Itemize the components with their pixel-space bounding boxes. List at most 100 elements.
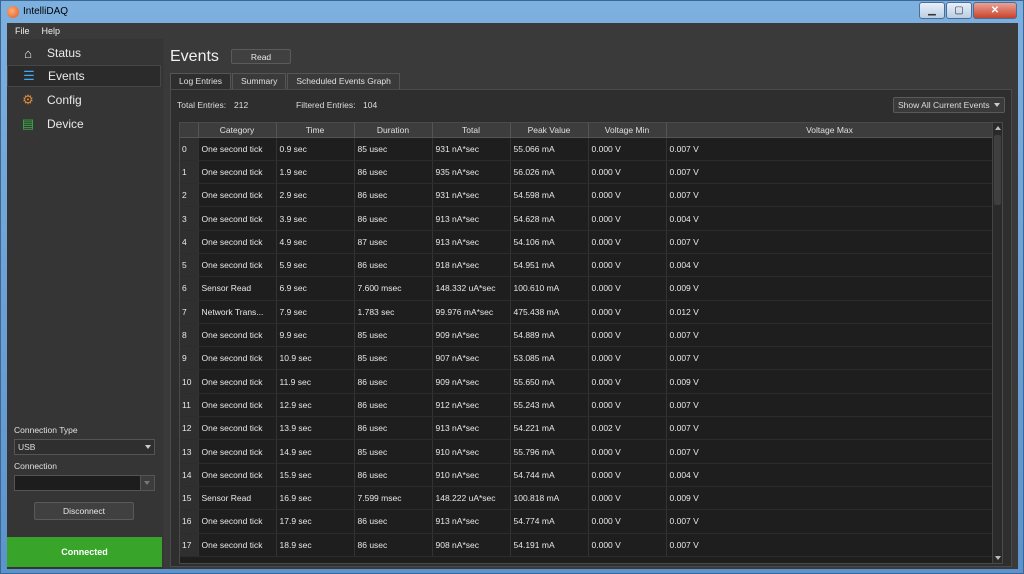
menu-file[interactable]: File <box>11 26 34 36</box>
read-button[interactable]: Read <box>231 49 291 64</box>
category-cell: One second tick <box>198 346 277 371</box>
connection-select[interactable] <box>14 475 155 491</box>
maximize-button[interactable]: ▢ <box>946 2 972 19</box>
tab-scheduled-events-graph[interactable]: Scheduled Events Graph <box>287 73 400 89</box>
peak-value-cell: 54.628 mA <box>510 206 589 231</box>
connection-status-badge: Connected <box>7 537 162 567</box>
connection-type-select[interactable]: USB <box>14 439 155 455</box>
table-row[interactable]: 10 One second tick 11.9 sec 86 usec 909 nA*s… <box>180 369 994 394</box>
row-index: 0 <box>180 137 199 161</box>
table-row[interactable]: 4 One second tick 4.9 sec 87 usec 913 nA*sec… <box>180 230 994 254</box>
row-index: 4 <box>180 230 199 254</box>
sidebar-item-config[interactable]: ⚙ Config <box>7 89 161 111</box>
voltage-min-cell: 0.000 V <box>588 533 667 557</box>
menu-help[interactable]: Help <box>38 26 65 36</box>
column-header-category[interactable]: Category <box>198 123 277 138</box>
column-header-voltage-max[interactable]: Voltage Max <box>666 123 994 138</box>
table-row[interactable]: 14 One second tick 15.9 sec 86 usec 910 nA*s… <box>180 463 994 487</box>
voltage-min-cell: 0.000 V <box>588 206 667 231</box>
duration-cell: 85 usec <box>354 137 433 161</box>
row-index: 14 <box>180 463 199 487</box>
voltage-max-cell: 0.007 V <box>666 533 994 557</box>
vertical-scrollbar[interactable] <box>992 123 1002 563</box>
total-cell: 912 nA*sec <box>432 393 511 418</box>
column-header-duration[interactable]: Duration <box>354 123 433 138</box>
time-cell: 13.9 sec <box>276 416 355 441</box>
table-corner[interactable] <box>180 123 199 138</box>
table-row[interactable]: 8 One second tick 9.9 sec 85 usec 909 nA*sec… <box>180 323 994 348</box>
scroll-up-icon[interactable] <box>995 126 1001 130</box>
category-cell: Sensor Read <box>198 486 277 511</box>
event-filter-select[interactable]: Show All Current Events <box>893 97 1005 113</box>
tab-log-entries[interactable]: Log Entries <box>170 73 231 89</box>
scrollbar-thumb[interactable] <box>994 135 1001 205</box>
sidebar-item-label: Device <box>47 117 84 131</box>
total-cell: 908 nA*sec <box>432 533 511 557</box>
sidebar-item-device[interactable]: ▤ Device <box>7 113 161 135</box>
table-row[interactable]: 6 Sensor Read 6.9 sec 7.600 msec 148.332 uA*… <box>180 276 994 301</box>
home-icon: ⌂ <box>24 45 32 61</box>
voltage-max-cell: 0.007 V <box>666 230 994 254</box>
sidebar-item-status[interactable]: ⌂ Status <box>7 42 161 64</box>
category-cell: One second tick <box>198 393 277 418</box>
scroll-down-icon[interactable] <box>995 556 1001 560</box>
table-row[interactable]: 11 One second tick 12.9 sec 86 usec 912 nA*s… <box>180 393 994 418</box>
table-row[interactable]: 2 One second tick 2.9 sec 86 usec 931 nA*sec… <box>180 183 994 208</box>
disconnect-button[interactable]: Disconnect <box>34 502 134 520</box>
peak-value-cell: 475.438 mA <box>510 300 589 324</box>
total-cell: 909 nA*sec <box>432 323 511 348</box>
table-row[interactable]: 3 One second tick 3.9 sec 86 usec 913 nA*sec… <box>180 206 994 231</box>
client-area: File Help ⌂ Status ☰ Events ⚙ Config ▤ D… <box>7 23 1018 569</box>
voltage-min-cell: 0.000 V <box>588 439 667 464</box>
time-cell: 10.9 sec <box>276 346 355 371</box>
table-row[interactable]: 0 One second tick 0.9 sec 85 usec 931 nA*sec… <box>180 137 994 161</box>
table-row[interactable]: 5 One second tick 5.9 sec 86 usec 918 nA*sec… <box>180 253 994 278</box>
table-row[interactable]: 7 Network Trans... 7.9 sec 1.783 sec 99.976 … <box>180 300 994 324</box>
column-header-peak-value[interactable]: Peak Value <box>510 123 589 138</box>
events-table[interactable]: Category Time Duration Total Peak Value … <box>179 122 1003 564</box>
duration-cell: 86 usec <box>354 509 433 534</box>
table-row[interactable]: 9 One second tick 10.9 sec 85 usec 907 nA*se… <box>180 346 994 371</box>
duration-cell: 86 usec <box>354 183 433 208</box>
duration-cell: 86 usec <box>354 160 433 185</box>
table-row[interactable]: 16 One second tick 17.9 sec 86 usec 913 nA*s… <box>180 509 994 534</box>
voltage-min-cell: 0.002 V <box>588 416 667 441</box>
sidebar-item-events[interactable]: ☰ Events <box>7 65 161 87</box>
column-header-voltage-min[interactable]: Voltage Min <box>588 123 667 138</box>
table-row[interactable]: 13 One second tick 14.9 sec 85 usec 910 nA*s… <box>180 439 994 464</box>
total-cell: 910 nA*sec <box>432 439 511 464</box>
table-row[interactable]: 12 One second tick 13.9 sec 86 usec 913 nA*s… <box>180 416 994 441</box>
sidebar: ⌂ Status ☰ Events ⚙ Config ▤ Device Conn… <box>7 39 163 569</box>
row-index: 3 <box>180 206 199 231</box>
peak-value-cell: 55.796 mA <box>510 439 589 464</box>
time-cell: 6.9 sec <box>276 276 355 301</box>
total-cell: 907 nA*sec <box>432 346 511 371</box>
column-header-time[interactable]: Time <box>276 123 355 138</box>
window-title: IntelliDAQ <box>23 6 69 17</box>
total-cell: 910 nA*sec <box>432 463 511 487</box>
list-icon: ☰ <box>23 68 35 83</box>
tab-summary[interactable]: Summary <box>232 73 287 89</box>
maximize-icon: ▢ <box>954 5 964 16</box>
close-button[interactable]: ✕ <box>973 2 1017 19</box>
chevron-down-icon <box>145 445 151 449</box>
total-cell: 913 nA*sec <box>432 509 511 534</box>
window-controls: ▁ ▢ ✕ <box>919 2 1017 19</box>
minimize-button[interactable]: ▁ <box>919 2 945 19</box>
table-header-row: Category Time Duration Total Peak Value … <box>180 123 994 138</box>
table-row[interactable]: 15 Sensor Read 16.9 sec 7.599 msec 148.222 u… <box>180 486 994 511</box>
total-cell: 913 nA*sec <box>432 230 511 254</box>
voltage-min-cell: 0.000 V <box>588 300 667 324</box>
connection-dropdown-button[interactable] <box>140 476 154 490</box>
app-logo-icon <box>7 6 19 18</box>
column-header-total[interactable]: Total <box>432 123 511 138</box>
voltage-min-cell: 0.000 V <box>588 509 667 534</box>
table-row[interactable]: 17 One second tick 18.9 sec 86 usec 908 nA*s… <box>180 533 994 557</box>
close-icon: ✕ <box>990 5 1000 16</box>
table-row[interactable]: 1 One second tick 1.9 sec 86 usec 935 nA*sec… <box>180 160 994 185</box>
duration-cell: 86 usec <box>354 369 433 394</box>
peak-value-cell: 54.889 mA <box>510 323 589 348</box>
voltage-max-cell: 0.009 V <box>666 486 994 511</box>
category-cell: One second tick <box>198 253 277 278</box>
row-index: 7 <box>180 300 199 324</box>
